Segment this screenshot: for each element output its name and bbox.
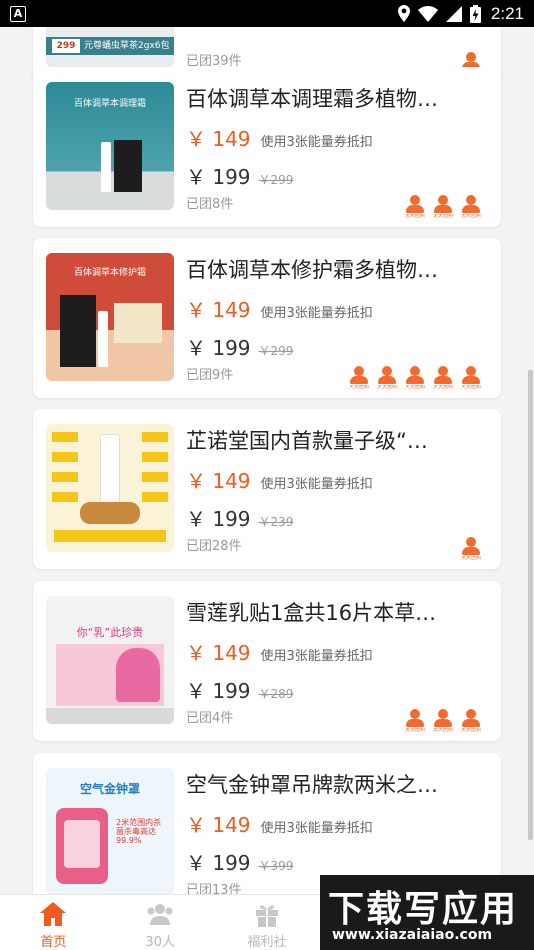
thumb-caption: 百体调草本调理霜 bbox=[73, 99, 146, 109]
signal-icon bbox=[445, 5, 462, 22]
group-price: ￥ 149 bbox=[186, 127, 251, 151]
battery-charging-icon bbox=[469, 4, 481, 23]
watermark-title: 下载写应用 bbox=[328, 889, 519, 930]
product-title[interactable]: 芷诺堂国内首款量子级“… bbox=[186, 425, 476, 455]
product-card[interactable]: 百体调草本调理霜 百体调草本调理霜多植物… ￥ 149 使用3张能量券抵扣 ￥ … bbox=[33, 67, 501, 227]
coupon-text: 使用3张能量券抵扣 bbox=[260, 477, 373, 492]
product-thumbnail: 空气金钟罩 2米范围内杀菌杀毒高达99.9% bbox=[46, 768, 174, 894]
group-price: ￥ 149 bbox=[186, 641, 251, 665]
product-card[interactable]: 你“乳”此珍贵 雪莲乳贴1盒共16片本草… ￥ 149 使用3张能量券抵扣 ￥ … bbox=[33, 581, 501, 741]
avatar: 天天团购 bbox=[433, 709, 453, 733]
status-bar: A 2:21 bbox=[0, 0, 534, 27]
product-title[interactable]: 雪莲乳贴1盒共16片本草… bbox=[186, 597, 476, 627]
market-price: ￥299 bbox=[258, 173, 294, 187]
group-count: 已团9件 bbox=[186, 368, 234, 383]
coupon-text: 使用3张能量券抵扣 bbox=[260, 649, 373, 664]
avatar-row: 天天团购 天天团购 天天团购 bbox=[405, 195, 481, 219]
product-thumbnail bbox=[46, 424, 174, 552]
coupon-text: 使用3张能量券抵扣 bbox=[260, 306, 373, 321]
tab-welfare[interactable]: 福利社 bbox=[214, 895, 321, 950]
group-count: 已团8件 bbox=[186, 197, 234, 212]
product-thumbnail: 299 元尊蛹虫草茶2gx6包 bbox=[46, 27, 174, 67]
thumb-caption: 你“乳”此珍贵 bbox=[76, 626, 144, 639]
group-count: 已团28件 bbox=[186, 539, 242, 554]
market-price: ￥299 bbox=[258, 344, 294, 358]
status-time: 2:21 bbox=[490, 3, 524, 23]
product-thumbnail: 百体调草本调理霜 bbox=[46, 82, 174, 210]
scrollbar[interactable] bbox=[528, 370, 533, 840]
product-title[interactable]: 百体调草本调理霜多植物… bbox=[186, 83, 476, 113]
avatar: 天天团购 bbox=[405, 709, 425, 733]
avatar: 天天团购 bbox=[461, 709, 481, 733]
group-price: ￥ 149 bbox=[186, 298, 251, 322]
home-icon bbox=[40, 902, 67, 926]
tab-home[interactable]: 首页 bbox=[0, 895, 107, 950]
avatar-row: 天天团购 天天团购 天天团购 天天团购 天天团购 bbox=[349, 366, 481, 390]
product-title[interactable]: 空气金钟罩吊牌款两米之… bbox=[186, 769, 476, 799]
coupon-text: 使用3张能量券抵扣 bbox=[260, 135, 373, 150]
watermark: 下载写应用 www.xiazaiaiao.com bbox=[320, 875, 534, 950]
product-card[interactable]: 百体调草本修护霜 百体调草本修护霜多植物… ￥ 149 使用3张能量券抵扣 ￥ … bbox=[33, 238, 501, 398]
location-icon bbox=[397, 5, 410, 22]
product-thumbnail: 你“乳”此珍贵 bbox=[46, 596, 174, 724]
product-title[interactable]: 百体调草本修护霜多植物… bbox=[186, 254, 476, 284]
avatar: 天天团购 bbox=[461, 537, 481, 561]
notification-a-icon: A bbox=[10, 5, 26, 22]
original-price: ￥ 199 bbox=[186, 679, 251, 703]
avatar: 天天团购 bbox=[349, 366, 369, 390]
watermark-url: www.xiazaiaiao.com bbox=[332, 927, 493, 943]
gift-icon bbox=[255, 905, 278, 927]
product-card[interactable]: 空气金钟罩 2米范围内杀菌杀毒高达99.9% 空气金钟罩吊牌款两米之… ￥ 14… bbox=[33, 753, 501, 894]
avatar: 天天团购 bbox=[461, 366, 481, 390]
original-price: ￥ 199 bbox=[186, 507, 251, 531]
product-thumbnail: 百体调草本修护霜 bbox=[46, 253, 174, 381]
market-price: ￥289 bbox=[258, 687, 294, 701]
group-count: 已团13件 bbox=[186, 883, 242, 894]
avatar: 天天团购 bbox=[461, 195, 481, 219]
tab-group[interactable]: 30人 bbox=[107, 895, 214, 950]
avatar: 天天团购 bbox=[377, 366, 397, 390]
avatar: 天天团购 bbox=[405, 195, 425, 219]
group-price: ￥ 149 bbox=[186, 813, 251, 837]
thumb-caption: 元尊蛹虫草茶2gx6包 bbox=[84, 41, 170, 51]
avatar: 天天团购 bbox=[433, 195, 453, 219]
thumb-caption: 空气金钟罩 bbox=[79, 782, 140, 796]
avatar-row: 天天团购 bbox=[461, 537, 481, 561]
group-count: 已团4件 bbox=[186, 711, 234, 726]
product-list[interactable]: 299 元尊蛹虫草茶2gx6包 已团39件 天天团购 百体调草本调理霜 百体调草… bbox=[0, 27, 534, 894]
original-price: ￥ 199 bbox=[186, 165, 251, 189]
market-price: ￥399 bbox=[258, 859, 294, 873]
tab-label: 首页 bbox=[40, 935, 67, 950]
people-icon bbox=[147, 904, 173, 925]
tab-label: 30人 bbox=[145, 935, 175, 950]
thumb-badge: 299 bbox=[52, 39, 80, 53]
group-price: ￥ 149 bbox=[186, 469, 251, 493]
market-price: ￥239 bbox=[258, 515, 294, 529]
coupon-text: 使用3张能量券抵扣 bbox=[260, 821, 373, 836]
product-card[interactable]: 芷诺堂国内首款量子级“… ￥ 149 使用3张能量券抵扣 ￥ 199 ￥239 … bbox=[33, 409, 501, 569]
avatar: 天天团购 bbox=[405, 366, 425, 390]
wifi-icon bbox=[417, 5, 438, 22]
original-price: ￥ 199 bbox=[186, 851, 251, 875]
avatar-row: 天天团购 天天团购 天天团购 bbox=[405, 709, 481, 733]
tab-label: 福利社 bbox=[247, 935, 287, 950]
avatar: 天天团购 bbox=[433, 366, 453, 390]
thumb-caption: 百体调草本修护霜 bbox=[73, 268, 146, 278]
original-price: ￥ 199 bbox=[186, 336, 251, 360]
